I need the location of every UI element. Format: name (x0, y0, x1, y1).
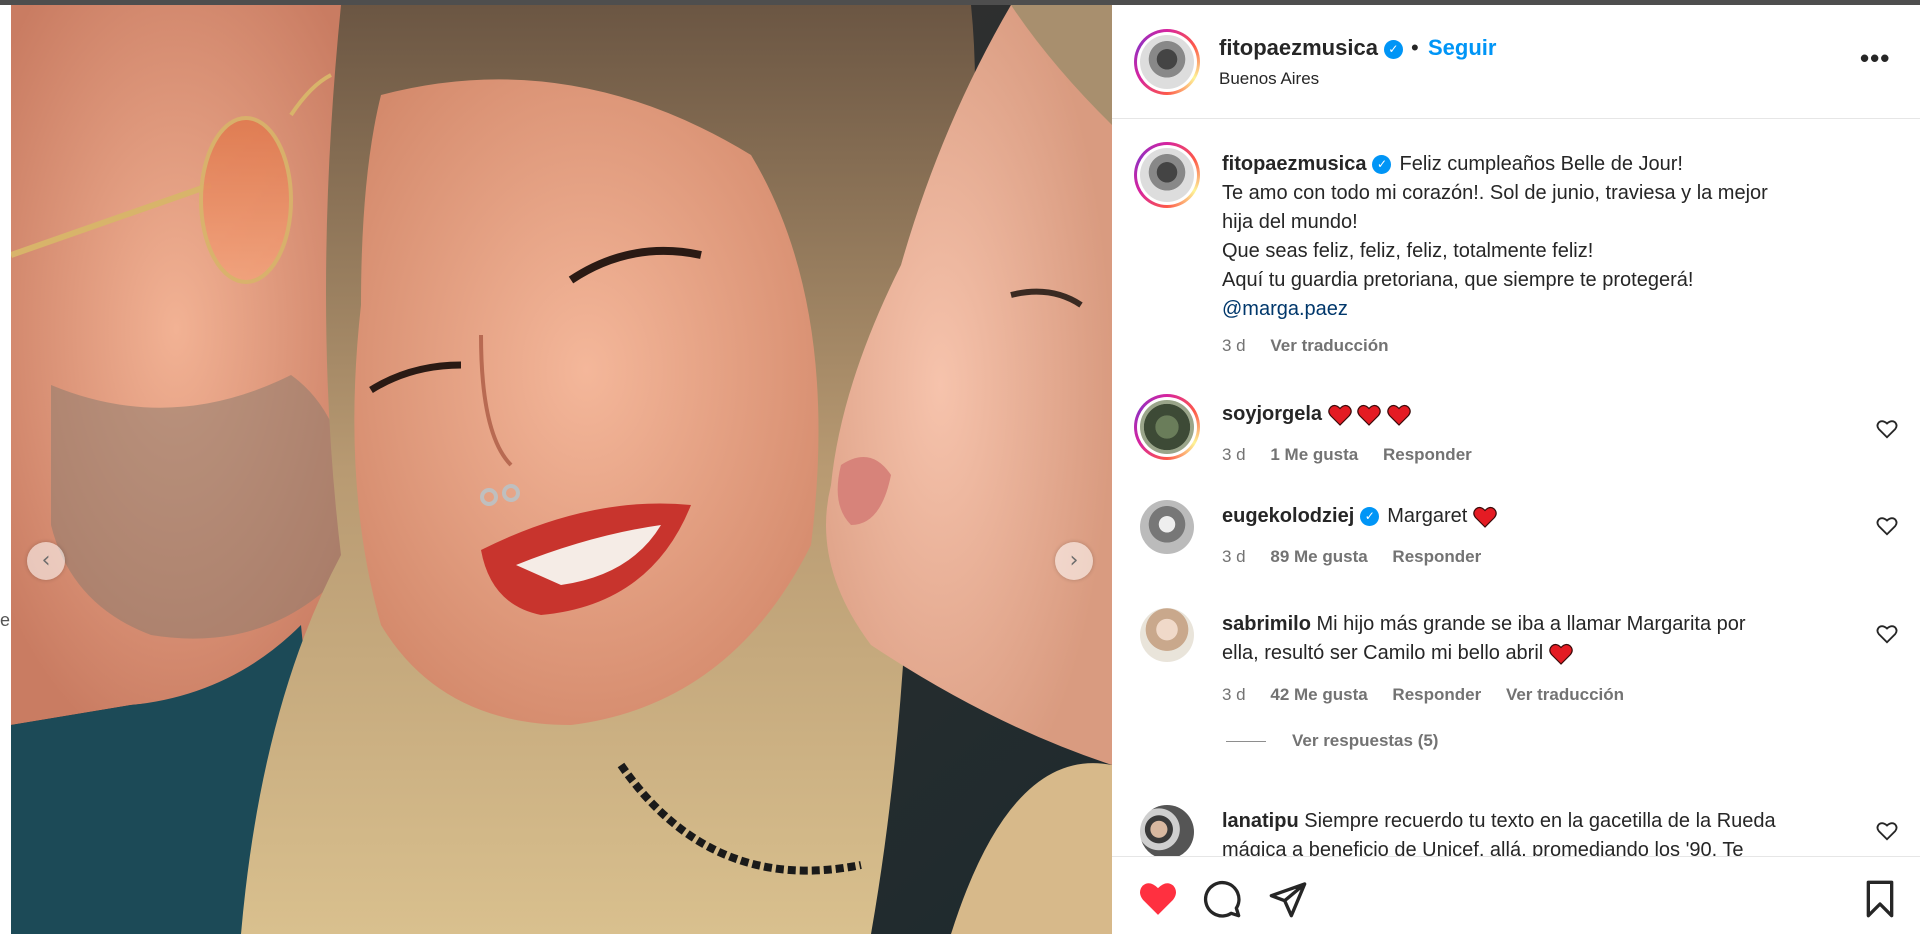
caption-line-4: Que seas feliz, feliz, feliz, totalmente… (1222, 240, 1594, 262)
commenter-username[interactable]: sabrimilo (1222, 613, 1311, 635)
post-header: fitopaezmusica ✓ • Seguir Buenos Aires ••… (1112, 5, 1920, 119)
comment-text: sabrimilo Mi hijo más grande se iba a ll… (1222, 610, 1872, 668)
post-details-panel: fitopaezmusica ✓ • Seguir Buenos Aires ••… (1112, 5, 1920, 934)
chevron-left-icon: ‹ (41, 548, 51, 573)
post-photo (11, 5, 1112, 934)
commenter-username[interactable]: soyjorgela (1222, 403, 1322, 425)
comment-body-line-2: ella, resultó ser Camilo mi bello abril (1222, 642, 1544, 664)
commenter-avatar[interactable] (1140, 805, 1194, 856)
heart-emoji-icon (1327, 403, 1352, 426)
comment-text: lanatipu Siempre recuerdo tu texto en la… (1222, 807, 1872, 856)
author-avatar[interactable] (1134, 29, 1200, 95)
comment-body: Margaret (1387, 505, 1468, 527)
caption-translate-button[interactable]: Ver traducción (1270, 336, 1388, 355)
comment-meta: 3 d 89 Me gusta Responder (1222, 547, 1501, 567)
comment-text: eugekolodziej ✓ Margaret (1222, 502, 1872, 531)
chevron-right-icon: › (1069, 548, 1079, 573)
like-comment-heart-icon[interactable] (1876, 820, 1898, 842)
caption-text: fitopaezmusica ✓ Feliz cumpleaños Belle de… (1222, 150, 1872, 324)
post-actions-bar (1112, 856, 1920, 934)
verified-badge-icon: ✓ (1360, 507, 1380, 527)
follow-button[interactable]: Seguir (1428, 35, 1496, 61)
comment-meta: 3 d 42 Me gusta Responder Ver traducción (1222, 685, 1644, 705)
post-media[interactable]: ‹ › (11, 5, 1112, 934)
caption-line-5: Aquí tu guardia pretoriana, que siempre … (1222, 269, 1694, 291)
author-username[interactable]: fitopaezmusica (1219, 35, 1378, 60)
view-replies-button[interactable]: Ver respuestas (5) (1292, 731, 1438, 751)
left-edge-text: e (0, 610, 11, 630)
heart-emoji-icon (1357, 403, 1381, 426)
caption-line-2: Te amo con todo mi corazón!. Sol de juni… (1222, 182, 1768, 204)
like-comment-heart-icon[interactable] (1876, 515, 1898, 537)
comment-item: sabrimilo Mi hijo más grande se iba a ll… (1112, 608, 1920, 763)
post-location[interactable]: Buenos Aires (1219, 69, 1319, 89)
like-comment-heart-icon[interactable] (1876, 418, 1898, 440)
comment-bubble-icon[interactable] (1202, 879, 1242, 919)
commenter-username[interactable]: eugekolodziej (1222, 505, 1354, 527)
comment-item: lanatipu Siempre recuerdo tu texto en la… (1112, 805, 1920, 856)
commenter-avatar[interactable] (1140, 500, 1194, 554)
caption-time[interactable]: 3 d (1222, 336, 1246, 355)
heart-filled-icon[interactable] (1138, 879, 1178, 919)
comment-item: soyjorgela 3 d 1 Me gusta Responder (1112, 390, 1920, 490)
caption-username[interactable]: fitopaezmusica (1222, 153, 1366, 175)
comment-body-line-2: mágica a beneficio de Unicef, allá, prom… (1222, 839, 1744, 856)
more-options-button[interactable]: ••• (1860, 43, 1890, 74)
comment-translate-button[interactable]: Ver traducción (1506, 685, 1624, 704)
paper-plane-icon[interactable] (1268, 879, 1308, 919)
heart-emoji-icon (1549, 642, 1573, 665)
header-separator: • (1411, 35, 1419, 60)
replies-divider (1226, 741, 1266, 742)
next-photo-button[interactable]: › (1055, 542, 1093, 580)
verified-badge-icon: ✓ (1372, 155, 1392, 175)
commenter-username[interactable]: lanatipu (1222, 810, 1299, 832)
caption-meta: 3 d Ver traducción (1222, 336, 1408, 356)
bookmark-icon[interactable] (1860, 879, 1900, 919)
post-caption: fitopaezmusica ✓ Feliz cumpleaños Belle de… (1112, 120, 1920, 355)
caption-line-1: Feliz cumpleaños Belle de Jour! (1399, 153, 1683, 175)
comments-list[interactable]: fitopaezmusica ✓ Feliz cumpleaños Belle de… (1112, 120, 1920, 856)
comment-body-line-1: Mi hijo más grande se iba a llamar Marga… (1316, 613, 1746, 635)
comment-time[interactable]: 3 d (1222, 445, 1246, 464)
commenter-avatar[interactable] (1140, 608, 1194, 662)
comment-likes[interactable]: 42 Me gusta (1270, 685, 1367, 704)
reply-button[interactable]: Responder (1392, 685, 1481, 704)
window-top-border (0, 0, 1920, 5)
caption-author-avatar[interactable] (1134, 142, 1200, 208)
comment-time[interactable]: 3 d (1222, 547, 1246, 566)
reply-button[interactable]: Responder (1392, 547, 1481, 566)
reply-button[interactable]: Responder (1383, 445, 1472, 464)
comment-likes[interactable]: 89 Me gusta (1270, 547, 1367, 566)
verified-badge-icon: ✓ (1383, 39, 1403, 59)
comment-item: eugekolodziej ✓ Margaret 3 d 89 Me gusta R… (1112, 500, 1920, 600)
comment-likes[interactable]: 1 Me gusta (1270, 445, 1358, 464)
like-comment-heart-icon[interactable] (1876, 623, 1898, 645)
commenter-avatar[interactable] (1134, 394, 1200, 460)
comment-body-line-1: Siempre recuerdo tu texto en la gacetill… (1304, 810, 1776, 832)
heart-emoji-icon (1386, 403, 1411, 426)
heart-emoji-icon (1473, 505, 1497, 528)
caption-mention[interactable]: @marga.paez (1222, 295, 1872, 324)
previous-photo-button[interactable]: ‹ (27, 542, 65, 580)
author-username-row[interactable]: fitopaezmusica ✓ (1219, 35, 1403, 61)
left-edge-strip: e (0, 0, 11, 934)
comment-time[interactable]: 3 d (1222, 685, 1246, 704)
comment-text: soyjorgela (1222, 400, 1872, 429)
comment-meta: 3 d 1 Me gusta Responder (1222, 445, 1492, 465)
caption-line-3: hija del mundo! (1222, 211, 1358, 233)
